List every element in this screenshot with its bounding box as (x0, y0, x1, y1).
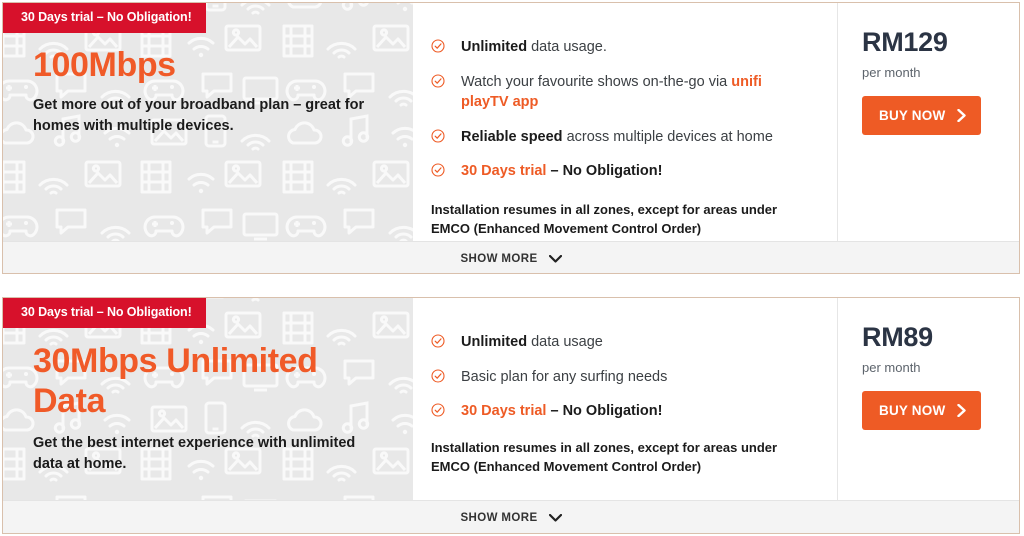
check-circle-icon (431, 74, 445, 88)
show-more-label: SHOW MORE (460, 252, 538, 265)
show-more-bar[interactable]: SHOW MORE (3, 241, 1019, 273)
check-circle-icon (431, 129, 445, 143)
plan-card: 30 Days trial – No Obligation! 30Mbps Un… (2, 297, 1020, 534)
feature-text: Reliable speed across multiple devices a… (461, 128, 773, 145)
feature-row: Unlimited data usage. (431, 37, 819, 58)
features-panel: Unlimited data usage. Watch your favourit… (413, 3, 837, 241)
check-circle-icon (431, 403, 445, 417)
promo-content: 30 Days trial – No Obligation! 30Mbps Un… (3, 298, 413, 476)
buy-now-button[interactable]: BUY NOW (862, 96, 982, 135)
price-amount: RM89 (862, 322, 933, 352)
promo-panel: 30 Days trial – No Obligation! 100Mbps G… (3, 3, 413, 241)
chevron-down-icon (548, 513, 562, 522)
plan-card-body: 30 Days trial – No Obligation! 100Mbps G… (3, 3, 1019, 241)
buy-now-button[interactable]: BUY NOW (862, 391, 982, 430)
trial-badge: 30 Days trial – No Obligation! (3, 298, 206, 328)
plan-title: 30Mbps Unlimited Data (33, 341, 318, 420)
installation-note: Installation resumes in all zones, excep… (431, 439, 778, 474)
feature-text: Watch your favourite shows on-the-go via… (461, 73, 762, 111)
buy-now-label: BUY NOW (879, 403, 946, 418)
feature-text: Basic plan for any surfing needs (461, 368, 668, 385)
plan-description: Get the best internet experience with un… (33, 434, 356, 473)
feature-text: Unlimited data usage. (461, 39, 607, 55)
check-circle-icon (431, 39, 445, 53)
plan-card: 30 Days trial – No Obligation! 100Mbps G… (2, 2, 1020, 274)
plans-page: 30 Days trial – No Obligation! 100Mbps G… (0, 0, 1024, 536)
price-panel: RM89 per month BUY NOW (837, 298, 1019, 500)
show-more-bar[interactable]: SHOW MORE (3, 500, 1019, 533)
feature-row: Unlimited data usage (431, 332, 819, 353)
installation-note: Installation resumes in all zones, excep… (431, 201, 778, 237)
promo-panel: 30 Days trial – No Obligation! 30Mbps Un… (3, 298, 413, 500)
price-period: per month (862, 360, 921, 375)
chevron-right-icon (957, 404, 967, 417)
price-panel: RM129 per month BUY NOW (837, 3, 1019, 241)
chevron-right-icon (957, 109, 967, 122)
feature-row: 30 Days trial – No Obligation! (431, 161, 819, 182)
trial-badge: 30 Days trial – No Obligation! (3, 3, 206, 33)
feature-text: 30 Days trial – No Obligation! (461, 163, 663, 180)
accent-text: 30 Days trial (461, 403, 547, 420)
price-amount: RM129 (862, 27, 948, 57)
feature-list: Unlimited data usage Basic plan for any s… (431, 332, 819, 422)
feature-row: Reliable speed across multiple devices a… (431, 127, 819, 148)
feature-row: Watch your favourite shows on-the-go via… (431, 72, 819, 113)
check-circle-icon (431, 369, 445, 383)
check-circle-icon (431, 163, 445, 177)
price-period: per month (862, 65, 921, 80)
show-more-label: SHOW MORE (460, 511, 538, 524)
plan-description: Get more out of your broadband plan – gr… (33, 96, 365, 135)
feature-text: Unlimited data usage (461, 334, 603, 350)
promo-content: 30 Days trial – No Obligation! 100Mbps G… (3, 3, 413, 138)
feature-text: 30 Days trial – No Obligation! (461, 403, 663, 420)
chevron-down-icon (548, 254, 562, 263)
accent-text: 30 Days trial (461, 163, 547, 180)
feature-row: 30 Days trial – No Obligation! (431, 401, 819, 422)
check-circle-icon (431, 334, 445, 348)
plan-card-body: 30 Days trial – No Obligation! 30Mbps Un… (3, 298, 1019, 500)
feature-list: Unlimited data usage. Watch your favourit… (431, 37, 819, 182)
features-panel: Unlimited data usage Basic plan for any s… (413, 298, 837, 500)
plan-title: 100Mbps (33, 45, 176, 84)
feature-row: Basic plan for any surfing needs (431, 367, 819, 388)
buy-now-label: BUY NOW (879, 108, 946, 123)
